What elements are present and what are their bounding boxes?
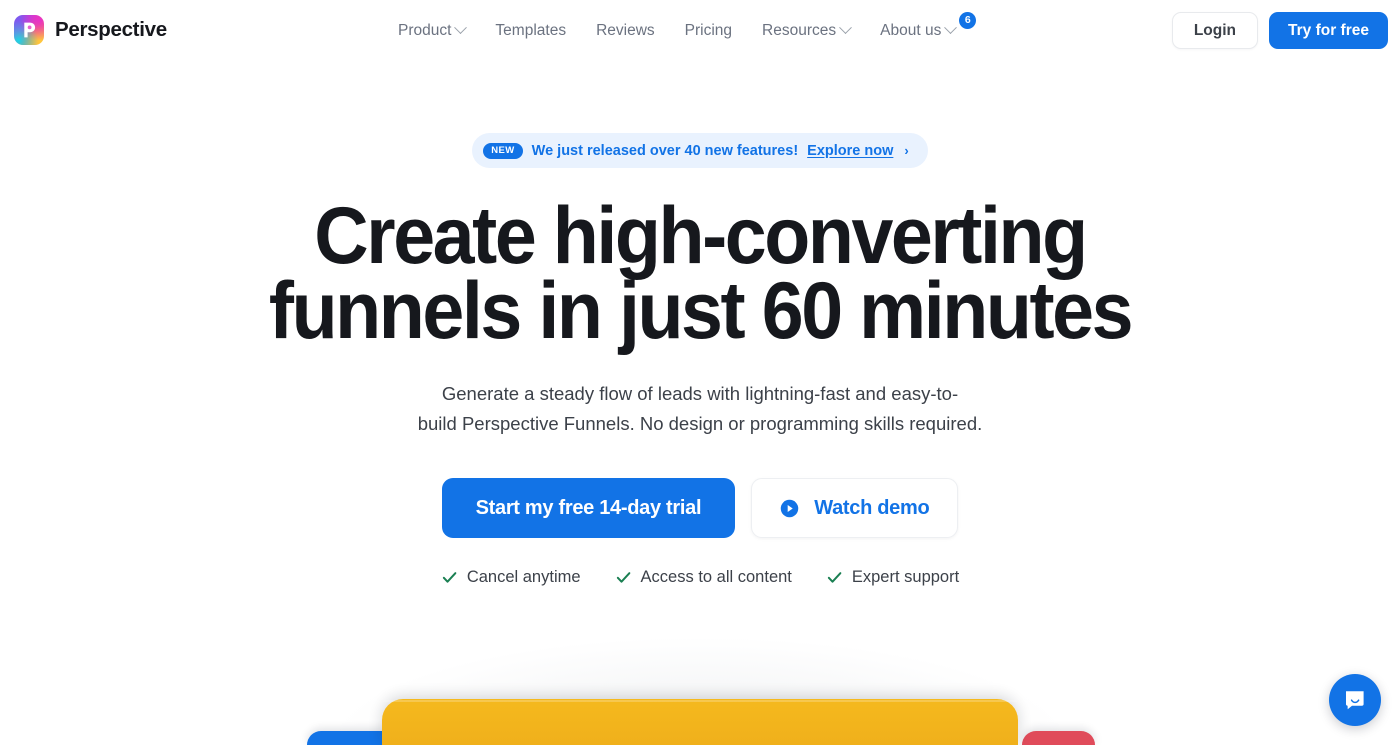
site-header: Perspective Product Templates Reviews Pr… [0, 0, 1400, 61]
chevron-right-icon: › [904, 143, 909, 158]
nav-item-about-us[interactable]: About us 6 [865, 11, 977, 49]
try-for-free-button[interactable]: Try for free [1269, 12, 1388, 49]
announcement-text: We just released over 40 new features! [531, 142, 799, 159]
chat-bubble-icon [1346, 691, 1364, 710]
nav-label: Reviews [596, 21, 655, 39]
nav-label: About us [880, 21, 942, 39]
nav-item-product[interactable]: Product [398, 13, 480, 49]
explore-now-link[interactable]: Explore now [807, 143, 893, 159]
funnel-showcase [0, 565, 1400, 745]
nav-item-pricing[interactable]: Pricing [670, 13, 747, 49]
landing-page: Perspective Product Templates Reviews Pr… [0, 0, 1400, 745]
hero-section: NEW We just released over 40 new feature… [0, 61, 1400, 587]
brand-logo[interactable]: Perspective [14, 15, 167, 45]
nav-label: Resources [762, 21, 837, 39]
chevron-down-icon [944, 21, 958, 35]
subhead-line-2: build Perspective Funnels. No design or … [417, 413, 983, 435]
watch-demo-label: Watch demo [814, 496, 930, 519]
red-phone-card[interactable] [1022, 731, 1095, 745]
cta-row: Start my free 14-day trial Watch demo [0, 478, 1400, 539]
perspective-logo-icon [14, 15, 44, 45]
play-circle-icon [780, 499, 799, 517]
headline-line-1: Create high-converting [314, 191, 1088, 281]
chevron-down-icon [454, 21, 468, 35]
nav-item-reviews[interactable]: Reviews [581, 13, 670, 49]
hero-subheadline: Generate a steady flow of leads with lig… [0, 379, 1400, 439]
nav-label: Templates [495, 21, 567, 39]
start-free-trial-button[interactable]: Start my free 14-day trial [441, 478, 736, 539]
chevron-down-icon [839, 21, 853, 35]
announcement-banner[interactable]: NEW We just released over 40 new feature… [472, 133, 928, 168]
nav-item-resources[interactable]: Resources [747, 13, 865, 49]
headline-line-2: funnels in just 60 minutes [268, 265, 1134, 356]
yellow-phone-card[interactable] [382, 699, 1018, 745]
hero-headline: Create high-converting funnels in just 6… [49, 191, 1351, 356]
announcement-new-badge: NEW [483, 142, 523, 159]
nav-item-templates[interactable]: Templates [480, 13, 581, 49]
subhead-line-1: Generate a steady flow of leads with lig… [441, 383, 959, 405]
chat-widget-button[interactable] [1329, 674, 1381, 726]
brand-name: Perspective [55, 17, 167, 41]
nav-label: Pricing [684, 21, 733, 39]
nav-label: Product [398, 21, 452, 39]
header-actions: Login Try for free [1171, 12, 1388, 49]
nav-badge-count: 6 [959, 11, 977, 29]
announcement-wrapper: NEW We just released over 40 new feature… [0, 133, 1400, 168]
watch-demo-button[interactable]: Watch demo [751, 478, 959, 539]
login-button[interactable]: Login [1171, 12, 1259, 49]
main-navigation: Product Templates Reviews Pricing Resour… [398, 0, 977, 61]
